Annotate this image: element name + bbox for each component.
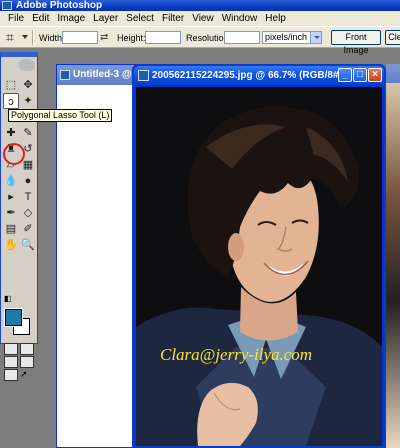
crop-tool-preset-icon[interactable]: ⌗	[6, 30, 22, 45]
pen-tool[interactable]: ✒	[3, 205, 19, 221]
brush-tool[interactable]: ✎	[20, 125, 36, 141]
app-title: Adobe Photoshop	[16, 0, 103, 11]
menu-file[interactable]: File	[4, 13, 28, 24]
menu-filter[interactable]: Filter	[158, 13, 188, 24]
photo-document-window[interactable]: 200562115224295.jpg @ 66.7% (RGB/8#) _ □…	[132, 64, 386, 448]
lasso-tool[interactable]: ↄ	[3, 93, 19, 109]
notes-tool[interactable]: ▤	[3, 221, 19, 237]
photo-window-title: 200562115224295.jpg @ 66.7% (RGB/8#)	[152, 70, 342, 81]
zoom-tool[interactable]: 🔍	[20, 237, 36, 253]
move-tool[interactable]: ✥	[20, 77, 36, 93]
height-label: Height:	[117, 33, 146, 43]
highlight-circle	[3, 143, 25, 165]
foreground-color-swatch[interactable]	[4, 308, 23, 327]
maximize-button[interactable]: □	[353, 68, 367, 82]
close-button[interactable]: ×	[368, 68, 382, 82]
jump-row: ➚	[4, 369, 36, 383]
resolution-unit-select[interactable]: pixels/inch	[262, 31, 322, 44]
path-selection-tool[interactable]: ▸	[3, 189, 19, 205]
clear-button[interactable]: Cle	[385, 30, 400, 45]
toolbox-panel: ⬚✥ↄ✦⌗⟋✚✎♜↺▱▦💧●▸T✒◇▤✐✋🔍 ◧ ➚	[0, 52, 38, 381]
magic-wand-tool[interactable]: ✦	[20, 93, 36, 109]
front-image-button[interactable]: Front Image	[331, 30, 381, 55]
photo-window-title-bar[interactable]: 200562115224295.jpg @ 66.7% (RGB/8#) _ □…	[134, 66, 384, 85]
menu-help[interactable]: Help	[261, 13, 290, 24]
height-field[interactable]	[145, 31, 181, 44]
app-title-bar[interactable]: Adobe Photoshop	[0, 0, 400, 11]
width-label: Width:	[39, 33, 65, 43]
tools-grid: ⬚✥ↄ✦⌗⟋✚✎♜↺▱▦💧●▸T✒◇▤✐✋🔍	[3, 77, 37, 253]
hand-tool[interactable]: ✋	[3, 237, 19, 253]
background-document-image	[386, 83, 400, 448]
menu-window[interactable]: Window	[218, 13, 262, 24]
blur-tool[interactable]: 💧	[3, 173, 19, 189]
options-separator	[32, 30, 34, 45]
menu-select[interactable]: Select	[122, 13, 158, 24]
tool-tooltip: Polygonal Lasso Tool (L)	[8, 109, 113, 122]
type-tool[interactable]: T	[20, 189, 36, 205]
width-field[interactable]	[62, 31, 98, 44]
marquee-tool[interactable]: ⬚	[3, 77, 19, 93]
menu-image[interactable]: Image	[53, 13, 89, 24]
untitled-window-title: Untitled-3 @ 1	[73, 69, 140, 80]
resolution-unit-value: pixels/inch	[265, 32, 308, 42]
resolution-field[interactable]	[224, 31, 260, 44]
document-icon	[60, 70, 70, 80]
quick-mask-mode-button[interactable]	[20, 343, 34, 355]
photoshop-app-icon	[2, 1, 12, 10]
document-icon	[138, 70, 149, 81]
portrait-photo	[136, 87, 382, 446]
background-document-title-bar[interactable]	[386, 64, 400, 83]
full-screen-menu-button[interactable]	[20, 356, 34, 368]
standard-screen-button[interactable]	[4, 356, 18, 368]
standard-mode-button[interactable]	[4, 343, 18, 355]
eyedropper-tool[interactable]: ✐	[20, 221, 36, 237]
shape-tool[interactable]: ◇	[20, 205, 36, 221]
quick-mask-row	[4, 343, 36, 357]
swap-dimensions-icon[interactable]: ⇄	[100, 32, 108, 43]
background-document-window[interactable]	[386, 64, 400, 448]
photo-canvas[interactable]: Clara@jerry-ilya.com	[136, 87, 382, 446]
options-bar: ⌗ Width: ⇄ Height: Resolution: pixels/in…	[0, 26, 400, 55]
tool-preset-dropdown-icon[interactable]	[22, 35, 28, 39]
menu-edit[interactable]: Edit	[28, 13, 53, 24]
healing-brush-tool[interactable]: ✚	[3, 125, 19, 141]
full-screen-button[interactable]	[4, 369, 18, 381]
photo-watermark: Clara@jerry-ilya.com	[160, 345, 313, 364]
default-colors-icon[interactable]: ◧	[4, 294, 12, 308]
dodge-tool[interactable]: ●	[20, 173, 36, 189]
chevron-down-icon	[310, 32, 321, 43]
menu-view[interactable]: View	[188, 13, 218, 24]
minimize-button[interactable]: _	[338, 68, 352, 82]
menu-bar: File Edit Image Layer Select Filter View…	[0, 11, 400, 26]
jump-to-imageready-icon[interactable]: ➚	[20, 369, 28, 383]
menu-layer[interactable]: Layer	[89, 13, 122, 24]
screen-mode-row	[4, 356, 36, 370]
feather-logo-icon	[19, 59, 35, 71]
